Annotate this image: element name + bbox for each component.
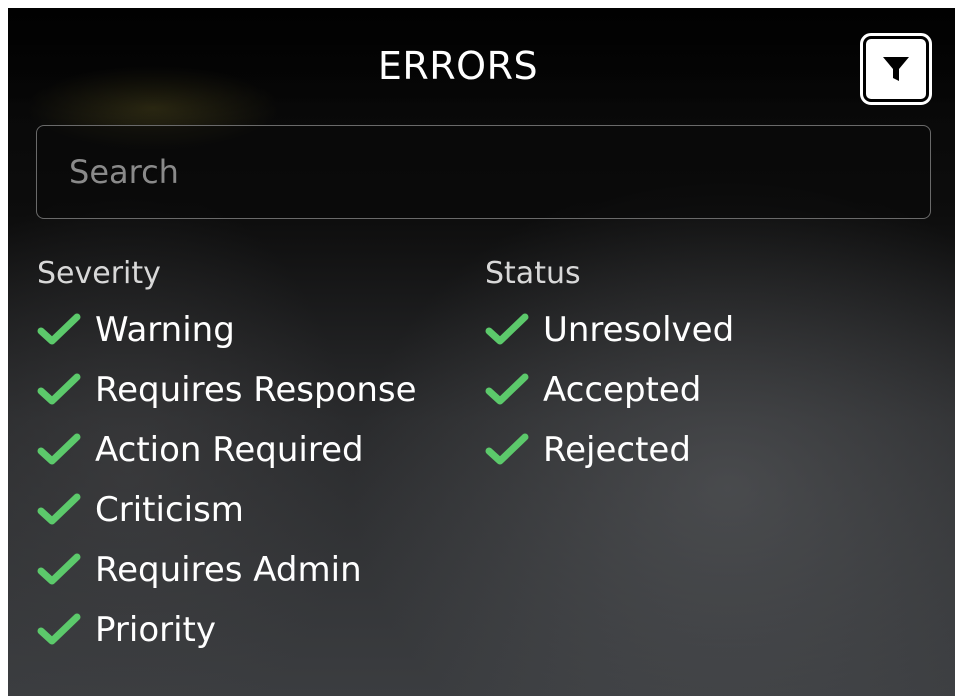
panel-title: ERRORS [377, 44, 539, 88]
option-label: Warning [95, 310, 235, 350]
checkmark-icon [37, 313, 81, 345]
option-label: Rejected [543, 430, 691, 470]
option-label: Requires Response [95, 370, 417, 410]
checkmark-icon [485, 313, 529, 345]
option-label: Unresolved [543, 310, 735, 350]
option-label: Accepted [543, 370, 702, 410]
checkmark-icon [485, 433, 529, 465]
status-heading: Status [485, 256, 581, 291]
severity-option-requires-admin[interactable]: Requires Admin [37, 540, 417, 600]
status-option-accepted[interactable]: Accepted [485, 360, 734, 420]
filter-funnel-icon [883, 57, 909, 81]
checkmark-icon [37, 433, 81, 465]
status-option-unresolved[interactable]: Unresolved [485, 300, 734, 360]
checkmark-icon [37, 613, 81, 645]
checkmark-icon [37, 373, 81, 405]
severity-option-criticism[interactable]: Criticism [37, 480, 417, 540]
status-filter-group: Status Unresolved Accepted Rejected [485, 254, 734, 480]
checkmark-icon [485, 373, 529, 405]
checkmark-icon [37, 553, 81, 585]
search-input[interactable] [37, 126, 930, 218]
errors-panel: ERRORS Severity Warning Requires Respons… [8, 8, 955, 696]
option-label: Requires Admin [95, 550, 362, 590]
option-label: Criticism [95, 490, 244, 530]
status-option-rejected[interactable]: Rejected [485, 420, 734, 480]
severity-heading: Severity [37, 256, 161, 291]
severity-option-requires-response[interactable]: Requires Response [37, 360, 417, 420]
search-field[interactable] [36, 125, 931, 219]
severity-option-priority[interactable]: Priority [37, 600, 417, 660]
severity-filter-group: Severity Warning Requires Response Actio… [37, 254, 417, 660]
severity-option-action-required[interactable]: Action Required [37, 420, 417, 480]
filter-button[interactable] [860, 33, 932, 105]
severity-option-warning[interactable]: Warning [37, 300, 417, 360]
option-label: Priority [95, 610, 217, 650]
option-label: Action Required [95, 430, 364, 470]
checkmark-icon [37, 493, 81, 525]
